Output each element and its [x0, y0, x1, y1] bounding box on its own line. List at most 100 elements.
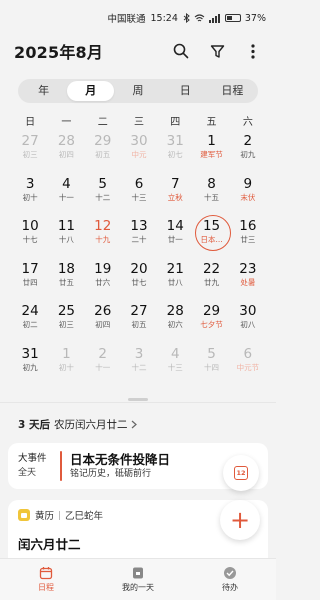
day-cell[interactable]: 20 廿七	[121, 258, 157, 301]
day-cell[interactable]: 27 初五	[121, 300, 157, 343]
lunar-label: 十八	[58, 235, 74, 244]
nav-label: 我的一天	[122, 583, 154, 592]
countdown-row[interactable]: 3 天后 农历闰六月廿二	[18, 417, 138, 432]
day-cell[interactable]: 31 初七	[157, 130, 193, 173]
day-number: 4	[170, 345, 180, 362]
day-cell[interactable]: 12 十九	[85, 215, 121, 258]
day-number: 24	[21, 303, 39, 319]
lunar-label: 二十	[131, 235, 147, 244]
day-number: 1	[207, 133, 216, 149]
day-cell[interactable]: 4 十三	[157, 343, 193, 386]
weekday-header: 日 一 二 三 四 五 六	[12, 113, 266, 128]
signal-icon	[208, 13, 220, 23]
day-cell[interactable]: 17 廿四	[12, 258, 48, 301]
day-cell[interactable]: 30 中元	[121, 130, 157, 173]
day-cell[interactable]: 22 廿九	[193, 258, 229, 301]
day-cell[interactable]: 29 初五	[85, 130, 121, 173]
day-cell[interactable]: 28 初六	[157, 300, 193, 343]
days-until: 3 天后	[18, 419, 50, 431]
day-cell[interactable]: 18 廿五	[48, 258, 84, 301]
lunar-label: 初七	[167, 150, 183, 159]
lunar-label: 十九	[95, 235, 111, 244]
tab-schedule[interactable]: 日程	[209, 81, 256, 101]
day-cell[interactable]: 6 十三	[121, 173, 157, 216]
day-cell[interactable]: 8 十五	[193, 173, 229, 216]
weekday-label: 五	[206, 117, 217, 128]
day-number: 25	[57, 303, 76, 319]
day-cell[interactable]: 7 立秋	[157, 173, 193, 216]
day-cell[interactable]: 19 廿六	[85, 258, 121, 301]
day-cell[interactable]: 26 初四	[85, 300, 121, 343]
day-cell[interactable]: 28 初四	[48, 130, 84, 173]
day-cell[interactable]: 2 初九	[230, 130, 266, 173]
day-cell[interactable]: 2 十一	[85, 343, 121, 386]
wifi-icon	[194, 13, 205, 21]
lunar-label: 初五	[131, 320, 147, 329]
plus-icon: +	[229, 506, 251, 534]
more-icon[interactable]	[244, 42, 262, 60]
day-cell[interactable]: 30 初八	[230, 300, 266, 343]
weekday-label: 三	[133, 117, 144, 128]
nav-schedule[interactable]: 日程	[0, 559, 92, 600]
tab-year[interactable]: 年	[20, 81, 67, 101]
day-cell[interactable]: 31 初九	[12, 343, 48, 386]
nav-my-day[interactable]: 我的一天	[92, 559, 184, 600]
lunar-label: 初二	[22, 320, 38, 329]
day-cell[interactable]: 16 廿三	[230, 215, 266, 258]
day-cell[interactable]: 3 初十	[12, 173, 48, 216]
day-cell[interactable]: 10 十七	[12, 215, 48, 258]
day-cell[interactable]: 5 十四	[193, 343, 229, 386]
almanac-icon	[18, 509, 30, 521]
today-button[interactable]: 12	[223, 455, 259, 491]
day-number: 30	[130, 133, 148, 149]
day-cell[interactable]: 4 十一	[48, 173, 84, 216]
nav-todo[interactable]: 待办	[184, 559, 276, 600]
event-title: 日本无条件投降日	[70, 452, 171, 467]
day-number: 30	[239, 303, 257, 319]
search-icon[interactable]	[172, 42, 190, 60]
day-number: 15	[202, 218, 221, 234]
day-cell[interactable]: 1 建军节	[193, 130, 229, 173]
day-number: 1	[62, 345, 71, 362]
day-cell[interactable]: 6 中元节	[230, 343, 266, 386]
tab-month[interactable]: 月	[67, 81, 115, 101]
day-cell[interactable]: 5 十二	[85, 173, 121, 216]
day-number: 27	[130, 303, 148, 319]
lunar-label: 廿八	[167, 277, 183, 287]
day-cell[interactable]: 27 初三	[12, 130, 48, 173]
lunar-label: 廿五	[58, 277, 74, 287]
day-cell[interactable]: 14 廿一	[157, 215, 193, 258]
add-event-button[interactable]: +	[220, 500, 260, 540]
day-cell-selected[interactable]: 15 日本...	[193, 215, 231, 258]
day-cell[interactable]: 11 十八	[48, 215, 84, 258]
lunar-label: 廿一	[167, 235, 183, 244]
lunar-label: 十三	[131, 192, 147, 202]
filter-icon[interactable]	[208, 42, 226, 60]
lunar-label: 初三	[58, 320, 74, 329]
day-cell[interactable]: 3 十二	[121, 343, 157, 386]
lunar-label: 初八	[240, 320, 256, 329]
lunar-label: 廿九	[204, 277, 220, 287]
month-title[interactable]: 2025年8月	[14, 39, 172, 63]
view-switcher: 年 月 周 日 日程	[18, 79, 258, 103]
day-cell[interactable]: 23 处暑	[230, 258, 266, 301]
day-number: 16	[239, 218, 257, 234]
lunar-label: 十三	[167, 362, 183, 372]
tab-week[interactable]: 周	[114, 81, 161, 101]
day-cell[interactable]: 29 七夕节	[193, 300, 229, 343]
day-number: 3	[25, 175, 35, 192]
lunar-label: 廿三	[240, 235, 256, 244]
day-cell[interactable]: 21 廿八	[157, 258, 193, 301]
weekday-label: 二	[97, 117, 108, 128]
drag-handle[interactable]	[128, 398, 148, 401]
day-cell[interactable]: 1 初十	[48, 343, 84, 386]
weekday-label: 一	[61, 117, 72, 128]
tab-day[interactable]: 日	[162, 81, 209, 101]
lunar-label: 十四	[204, 362, 220, 372]
day-cell[interactable]: 24 初二	[12, 300, 48, 343]
battery-icon	[224, 14, 241, 22]
day-cell[interactable]: 13 二十	[121, 215, 157, 258]
day-number: 31	[21, 345, 39, 362]
day-cell[interactable]: 25 初三	[48, 300, 84, 343]
day-cell[interactable]: 9 末伏	[230, 173, 266, 216]
